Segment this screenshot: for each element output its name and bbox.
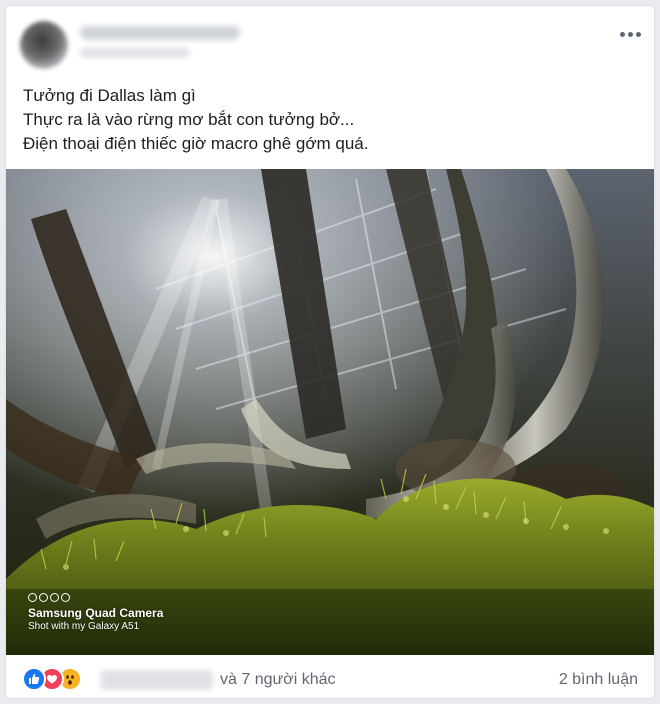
comments-count-link[interactable]: 2 bình luận	[559, 669, 638, 691]
camera-watermark: Samsung Quad Camera Shot with my Galaxy …	[28, 593, 163, 633]
post-time-blurred[interactable]	[80, 48, 190, 58]
reactor-names-blurred[interactable]	[101, 670, 213, 690]
reaction-others-text[interactable]: và 7 người khác	[220, 669, 335, 691]
like-icon	[22, 667, 46, 691]
more-dot-icon	[635, 31, 641, 37]
post-footer: và 7 người khác 2 bình luận	[6, 655, 654, 698]
watermark-subtitle: Shot with my Galaxy A51	[28, 621, 140, 632]
post-card: Tưởng đi Dallas làm gì Thực ra là vào rừ…	[5, 5, 655, 699]
macro-moss-photo	[6, 169, 654, 655]
post-text-line: Tưởng đi Dallas làm gì	[23, 86, 196, 105]
more-dot-icon	[619, 31, 625, 37]
avatar[interactable]	[20, 21, 68, 69]
camera-lenses-icon	[28, 593, 163, 602]
post-text: Tưởng đi Dallas làm gì Thực ra là vào rừ…	[23, 84, 643, 156]
author-name-blurred[interactable]	[80, 26, 240, 40]
post-text-line: Điện thoại điện thiếc giờ macro ghê gớm …	[23, 134, 369, 153]
watermark-title: Samsung Quad Camera	[28, 606, 164, 620]
more-dot-icon	[627, 31, 633, 37]
reaction-icons[interactable]	[22, 667, 102, 691]
post-photo[interactable]: Samsung Quad Camera Shot with my Galaxy …	[6, 169, 654, 655]
post-header	[6, 6, 654, 76]
more-options-button[interactable]	[616, 24, 644, 44]
post-text-line: Thực ra là vào rừng mơ bắt con tưởng bở.…	[23, 110, 355, 129]
